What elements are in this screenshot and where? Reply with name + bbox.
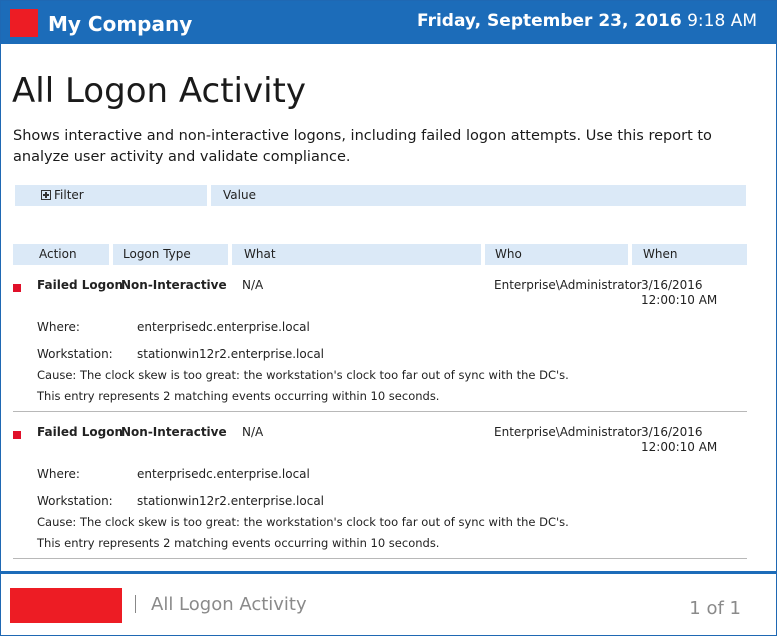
entry-action: Failed Logon bbox=[37, 278, 123, 292]
plus-box-icon[interactable] bbox=[41, 190, 51, 200]
entry-when-time: 12:00:10 AM bbox=[641, 293, 718, 307]
report-footer: All Logon Activity 1 of 1 bbox=[1, 571, 776, 635]
report-datetime: Friday, September 23, 2016 9:18 AM bbox=[417, 11, 757, 31]
entry-note: This entry represents 2 matching events … bbox=[37, 389, 440, 403]
column-header-who: Who bbox=[485, 244, 628, 265]
workstation-value: stationwin12r2.enterprise.local bbox=[137, 347, 325, 361]
report-frame: My Company Friday, September 23, 2016 9:… bbox=[0, 0, 777, 636]
report-description: Shows interactive and non-interactive lo… bbox=[13, 128, 712, 165]
where-value: enterprisedc.enterprise.local bbox=[137, 467, 310, 481]
workstation-label: Workstation: bbox=[37, 347, 113, 361]
workstation-label: Workstation: bbox=[37, 494, 113, 508]
entry-action: Failed Logon bbox=[37, 425, 123, 439]
where-value: enterprisedc.enterprise.local bbox=[137, 320, 310, 334]
column-header-action: Action bbox=[13, 244, 109, 265]
value-label: Value bbox=[223, 188, 256, 202]
column-label: Who bbox=[495, 247, 522, 261]
entry-cause: Cause: The clock skew is too great: the … bbox=[37, 368, 569, 382]
entry-who: Enterprise\Administrator bbox=[494, 425, 642, 439]
column-label: Action bbox=[39, 247, 77, 261]
entry-what: N/A bbox=[242, 278, 264, 292]
entry-what: N/A bbox=[242, 425, 264, 439]
entry-when: 3/16/2016 12:00:10 AM bbox=[641, 425, 717, 455]
report-date: Friday, September 23, 2016 bbox=[417, 11, 682, 31]
report-header: My Company Friday, September 23, 2016 9:… bbox=[1, 1, 776, 44]
column-header-logon-type: Logon Type bbox=[113, 244, 228, 265]
filter-toggle[interactable]: Filter bbox=[15, 185, 207, 206]
column-label: Logon Type bbox=[123, 247, 191, 261]
red-square-icon bbox=[13, 431, 21, 439]
footer-title: All Logon Activity bbox=[151, 594, 307, 615]
entry-logon-type: Non-Interactive bbox=[121, 278, 227, 292]
table-row: Failed Logon Non-Interactive N/A Enterpr… bbox=[1, 412, 776, 559]
column-label: When bbox=[643, 247, 678, 261]
footer-divider bbox=[135, 595, 136, 613]
entry-logon-type: Non-Interactive bbox=[121, 425, 227, 439]
footer-logo bbox=[10, 588, 122, 623]
where-label: Where: bbox=[37, 467, 80, 481]
where-label: Where: bbox=[37, 320, 80, 334]
column-label: What bbox=[244, 247, 276, 261]
entry-when-time: 12:00:10 AM bbox=[641, 440, 718, 454]
entry-note: This entry represents 2 matching events … bbox=[37, 536, 440, 550]
filter-value-header: Value bbox=[211, 185, 746, 206]
page-title: All Logon Activity bbox=[12, 71, 306, 111]
entry-when: 3/16/2016 12:00:10 AM bbox=[641, 278, 717, 308]
filter-label: Filter bbox=[54, 188, 84, 202]
workstation-value: stationwin12r2.enterprise.local bbox=[137, 494, 325, 508]
company-name: My Company bbox=[48, 12, 193, 36]
entry-cause: Cause: The clock skew is too great: the … bbox=[37, 515, 569, 529]
column-header-when: When bbox=[632, 244, 747, 265]
entry-who: Enterprise\Administrator bbox=[494, 278, 642, 292]
entry-when-date: 3/16/2016 bbox=[641, 425, 703, 439]
report-time: 9:18 AM bbox=[687, 11, 757, 31]
entry-when-date: 3/16/2016 bbox=[641, 278, 703, 292]
row-divider bbox=[13, 558, 747, 559]
table-row: Failed Logon Non-Interactive N/A Enterpr… bbox=[1, 265, 776, 412]
company-logo bbox=[10, 9, 38, 37]
column-header-what: What bbox=[232, 244, 481, 265]
red-square-icon bbox=[13, 284, 21, 292]
page-indicator: 1 of 1 bbox=[689, 598, 741, 619]
